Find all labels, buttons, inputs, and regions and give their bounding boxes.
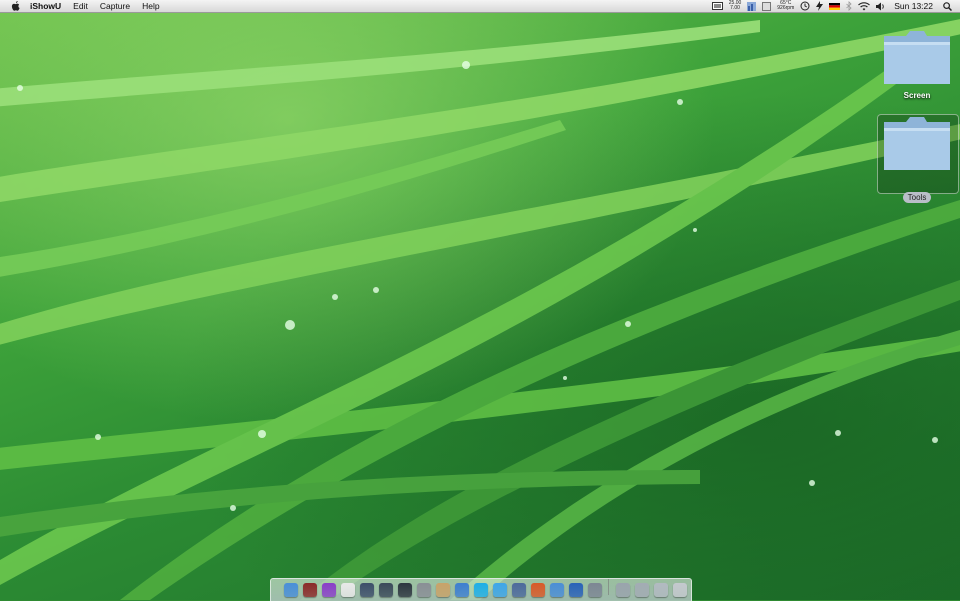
menu-bar: iShowU Edit Capture Help 25.00 7.00 65°C… bbox=[0, 0, 960, 13]
cpu-meter-bottom: 7.00 bbox=[730, 5, 740, 11]
skype-icon[interactable] bbox=[473, 583, 488, 597]
desktop-folder-tools[interactable]: Tools bbox=[877, 114, 959, 203]
dashboard-icon[interactable] bbox=[359, 583, 374, 597]
menu-clock[interactable]: Sun 13:22 bbox=[894, 1, 933, 11]
dock-items bbox=[281, 577, 689, 597]
dock bbox=[270, 578, 692, 601]
fan-speed-text: 926rpm bbox=[777, 5, 795, 11]
remote-icon[interactable] bbox=[511, 583, 526, 597]
menu-extras: 25.00 7.00 65°C 926rpm Sun 13:22 bbox=[706, 0, 960, 12]
applications-stack-icon[interactable] bbox=[615, 583, 630, 597]
dock-separator bbox=[608, 579, 609, 595]
memory-graph-icon[interactable] bbox=[747, 0, 757, 12]
ichat-icon[interactable] bbox=[492, 583, 507, 597]
downloads-stack-icon[interactable] bbox=[653, 583, 668, 597]
disk-utility-icon[interactable] bbox=[416, 583, 431, 597]
apple-icon[interactable] bbox=[10, 1, 20, 11]
battery-graph-icon[interactable] bbox=[762, 0, 772, 12]
wifi-icon[interactable] bbox=[858, 0, 871, 12]
menu-capture[interactable]: Capture bbox=[94, 0, 136, 12]
volume-icon[interactable] bbox=[876, 0, 886, 12]
safari-icon[interactable] bbox=[549, 583, 564, 597]
menu-edit[interactable]: Edit bbox=[67, 0, 94, 12]
temperature-fan-readout[interactable]: 65°C 926rpm bbox=[777, 0, 794, 12]
ishowu-icon[interactable] bbox=[568, 583, 583, 597]
preview-icon[interactable] bbox=[435, 583, 450, 597]
power-icon[interactable] bbox=[816, 0, 824, 12]
menu-app-ishowu[interactable]: iShowU bbox=[26, 0, 67, 12]
activity-monitor-icon[interactable] bbox=[397, 583, 412, 597]
input-source-flag-icon[interactable] bbox=[829, 0, 841, 12]
firefox-icon[interactable] bbox=[530, 583, 545, 597]
photo-booth-icon[interactable] bbox=[302, 583, 317, 597]
cpu-meter[interactable]: 25.00 7.00 bbox=[729, 0, 742, 12]
folder-label-tools: Tools bbox=[902, 192, 932, 203]
spotlight-search-icon[interactable] bbox=[943, 0, 952, 12]
time-machine-icon[interactable] bbox=[800, 0, 810, 12]
ical-icon[interactable] bbox=[340, 583, 355, 597]
system-preferences-icon[interactable] bbox=[587, 583, 602, 597]
menu-help[interactable]: Help bbox=[136, 0, 165, 12]
app-purple-icon[interactable] bbox=[321, 583, 336, 597]
trash-icon[interactable] bbox=[672, 583, 687, 597]
xcode-icon[interactable] bbox=[454, 583, 469, 597]
grass-blades-illustration bbox=[0, 19, 960, 600]
desktop-folder-screen[interactable]: Screen bbox=[877, 28, 957, 101]
finder-icon[interactable] bbox=[283, 583, 298, 597]
display-menu-icon[interactable] bbox=[711, 0, 723, 12]
time-machine-icon[interactable] bbox=[378, 583, 393, 597]
bluetooth-icon[interactable] bbox=[846, 0, 852, 12]
folder-label-screen: Screen bbox=[903, 91, 931, 100]
folder-icon bbox=[881, 114, 953, 174]
desktop-wallpaper bbox=[0, 0, 960, 600]
documents-stack-icon[interactable] bbox=[634, 583, 649, 597]
folder-icon bbox=[881, 28, 953, 88]
